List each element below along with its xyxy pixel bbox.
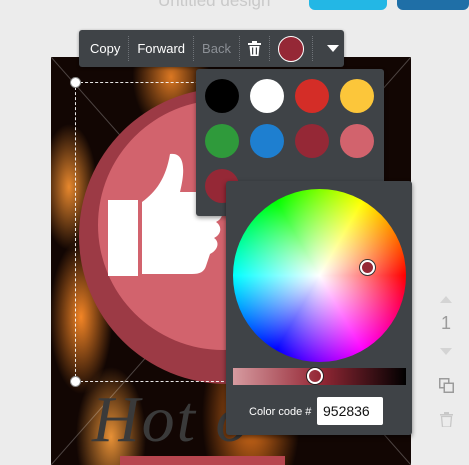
color-wheel-knob[interactable] bbox=[360, 260, 375, 275]
swatch-black[interactable] bbox=[205, 79, 239, 113]
swatch-red[interactable] bbox=[295, 79, 329, 113]
trash-icon[interactable] bbox=[440, 412, 453, 427]
color-picker-panel: Color code # bbox=[226, 181, 412, 435]
swatch-white[interactable] bbox=[250, 79, 284, 113]
back-button[interactable]: Back bbox=[194, 30, 239, 67]
swatch-rose[interactable] bbox=[340, 124, 374, 158]
color-code-input[interactable] bbox=[317, 397, 383, 425]
color-code-label: Color code # bbox=[249, 406, 312, 418]
swatch-green[interactable] bbox=[205, 124, 239, 158]
delete-button[interactable] bbox=[240, 30, 269, 67]
chevron-up-icon[interactable] bbox=[440, 296, 452, 303]
chevron-down-icon[interactable] bbox=[440, 348, 452, 355]
design-ribbon bbox=[120, 456, 285, 465]
forward-button[interactable]: Forward bbox=[129, 30, 193, 67]
copy-button[interactable]: Copy bbox=[82, 30, 128, 67]
page-number: 1 bbox=[441, 313, 452, 333]
header-button-secondary[interactable] bbox=[397, 0, 469, 10]
resize-handle-bottom-left[interactable] bbox=[70, 376, 81, 387]
toolbar-divider bbox=[311, 36, 313, 61]
resize-handle-top-left[interactable] bbox=[70, 77, 81, 88]
swatch-yellow[interactable] bbox=[340, 79, 374, 113]
duplicate-icon[interactable] bbox=[439, 378, 454, 393]
trash-icon bbox=[247, 41, 261, 56]
element-toolbar: Copy Forward Back bbox=[79, 30, 344, 67]
swatch-blue[interactable] bbox=[250, 124, 284, 158]
document-title[interactable]: Untitled design bbox=[158, 0, 270, 11]
color-wheel[interactable] bbox=[233, 189, 406, 362]
brightness-slider-knob[interactable] bbox=[307, 368, 323, 384]
header-button-primary[interactable] bbox=[309, 0, 387, 10]
swatch-maroon[interactable] bbox=[295, 124, 329, 158]
color-swatch-button[interactable] bbox=[277, 35, 304, 62]
toolbar-divider bbox=[268, 36, 270, 61]
caret-down-icon[interactable] bbox=[326, 45, 339, 52]
